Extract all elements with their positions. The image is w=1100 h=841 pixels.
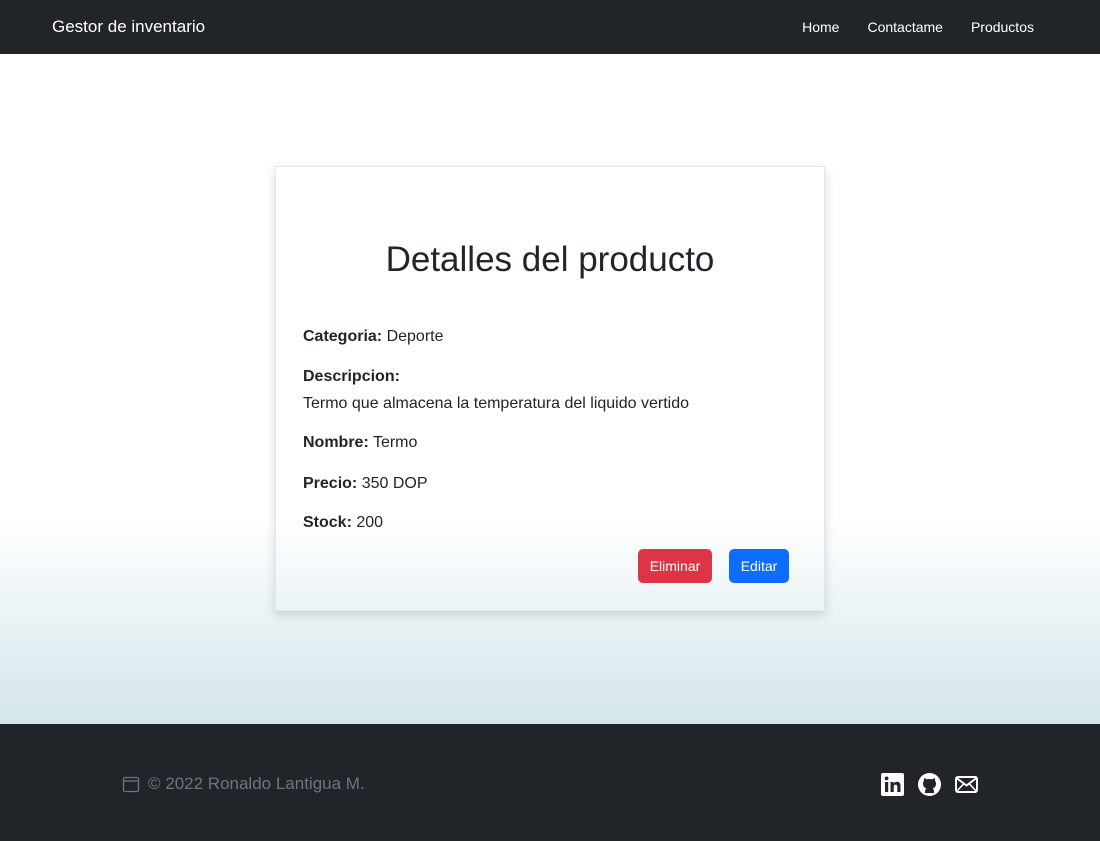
navbar: Gestor de inventario Home Contactame Pro… <box>0 0 1100 54</box>
linkedin-icon[interactable] <box>880 772 905 797</box>
field-nombre: Nombre: Termo <box>303 434 417 452</box>
nav-link-productos[interactable]: Productos <box>957 19 1034 35</box>
field-descripcion: Descripcion: <box>303 368 400 386</box>
field-precio: Precio: 350 DOP <box>303 475 428 493</box>
copyright: © 2022 Ronaldo Lantigua M. <box>122 774 365 794</box>
copyright-text: © 2022 Ronaldo Lantigua M. <box>148 774 365 793</box>
precio-value: 350 DOP <box>361 475 428 492</box>
stock-value: 200 <box>356 514 384 531</box>
edit-button[interactable]: Editar <box>729 549 789 583</box>
envelope-icon[interactable] <box>954 772 979 797</box>
product-detail-card: Detalles del producto Categoria: Deporte… <box>275 166 825 611</box>
categoria-value: Deporte <box>386 328 444 345</box>
social-links <box>880 772 979 797</box>
nav-link-home[interactable]: Home <box>788 19 853 35</box>
field-categoria: Categoria: Deporte <box>303 328 444 346</box>
field-stock: Stock: 200 <box>303 514 383 532</box>
delete-button[interactable]: Eliminar <box>638 549 712 583</box>
categoria-label: Categoria: <box>303 328 383 345</box>
descripcion-label: Descripcion: <box>303 368 400 385</box>
nav-link-contactame[interactable]: Contactame <box>853 19 956 35</box>
descripcion-value: Termo que almacena la temperatura del li… <box>303 395 689 412</box>
nombre-value: Termo <box>372 434 418 451</box>
stock-label: Stock: <box>303 514 352 531</box>
calendar-icon <box>122 775 140 793</box>
precio-label: Precio: <box>303 475 358 492</box>
brand-link[interactable]: Gestor de inventario <box>52 17 205 37</box>
footer: © 2022 Ronaldo Lantigua M. <box>0 724 1100 841</box>
github-icon[interactable] <box>917 772 942 797</box>
card-title: Detalles del producto <box>385 240 715 279</box>
nombre-label: Nombre: <box>303 434 369 451</box>
nav-links: Home Contactame Productos <box>788 19 1034 35</box>
